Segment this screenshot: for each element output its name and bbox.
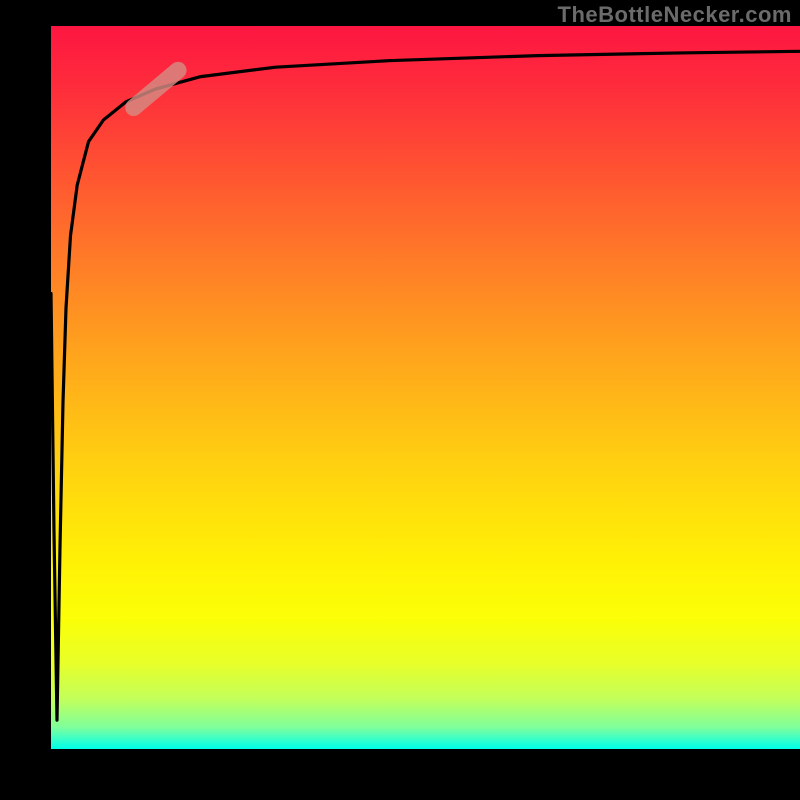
chart-frame: TheBottleNecker.com	[0, 0, 800, 800]
plot-area	[51, 26, 800, 749]
bottleneck-curve	[51, 51, 800, 720]
curve-marker	[122, 58, 190, 119]
curve-svg	[51, 26, 800, 749]
watermark-text: TheBottleNecker.com	[558, 2, 792, 28]
